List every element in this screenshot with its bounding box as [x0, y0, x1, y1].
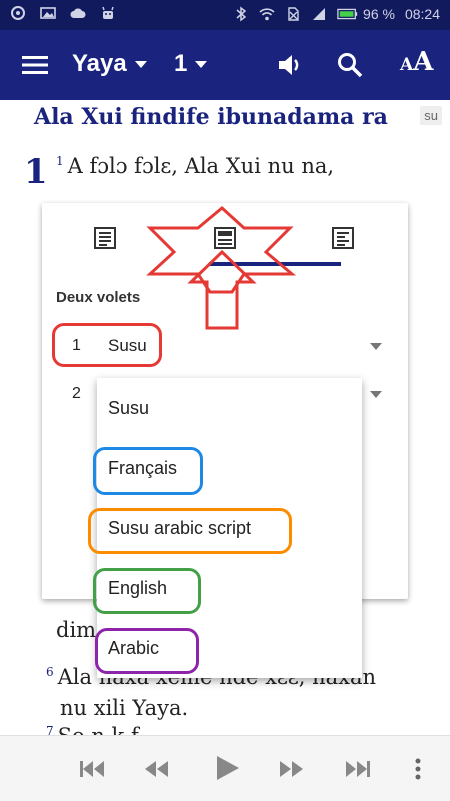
play-icon	[217, 756, 239, 780]
battery-icon	[337, 6, 358, 22]
star-arrow-annotation	[146, 206, 297, 330]
verse-number: 1	[56, 154, 64, 168]
section-title: Ala Xui findife ibunadama ra	[34, 104, 388, 130]
book-name: Yaya	[72, 50, 127, 77]
single-pane-icon	[94, 227, 116, 249]
audio-control-bar	[0, 735, 450, 801]
verse-6-continuation: nu xili Yaya.	[60, 696, 189, 720]
android-icon	[100, 5, 116, 21]
dropdown-option[interactable]: Arabic	[108, 638, 159, 659]
text-size-big-glyph: A	[413, 47, 434, 77]
cloud-icon	[70, 5, 86, 21]
chevron-down-icon	[134, 60, 147, 68]
text-size-small-glyph: A	[400, 55, 414, 75]
chapter-heading-number: 1	[24, 152, 48, 192]
app-bar: Yaya 1 AA	[0, 30, 450, 100]
wifi-icon	[259, 6, 275, 22]
speaker-icon	[279, 55, 299, 75]
pane-1-language-select[interactable]: Susu	[108, 336, 147, 356]
verse-number: 7	[46, 724, 54, 735]
chevron-down-icon[interactable]	[370, 391, 382, 398]
verse-text: So n k f	[58, 724, 139, 735]
chapter-number: 1	[174, 50, 188, 77]
search-icon	[338, 53, 363, 78]
rewind-icon	[145, 761, 168, 777]
fast-forward-button[interactable]	[278, 756, 306, 782]
layout-heading: Deux volets	[56, 289, 141, 306]
verse-by-verse-icon	[332, 227, 354, 249]
app-notification-icon	[10, 5, 26, 21]
single-pane-layout-button[interactable]	[94, 227, 116, 249]
bluetooth-icon	[233, 6, 249, 22]
verse-by-verse-layout-button[interactable]	[332, 227, 354, 249]
audio-button[interactable]	[276, 51, 304, 79]
skip-to-end-button[interactable]	[344, 756, 372, 782]
pane-1-index: 1	[72, 337, 81, 354]
dropdown-option[interactable]: Susu	[108, 398, 149, 419]
verse-1: 1A fɔlɔ fɔlɛ, Ala Xui nu na,	[56, 154, 334, 178]
text-size-button[interactable]: AA	[400, 47, 433, 77]
no-sim-icon	[285, 6, 301, 22]
verse-text: A fɔlɔ fɔlɛ, Ala Xui nu na,	[67, 154, 335, 178]
dropdown-option[interactable]: English	[108, 578, 167, 599]
pane-2-index: 2	[72, 385, 81, 402]
book-selector[interactable]: Yaya	[72, 50, 147, 78]
image-notification-icon	[40, 5, 56, 21]
skip-next-icon	[346, 761, 370, 777]
verse-7: 7 So n k f	[46, 724, 139, 735]
rewind-button[interactable]	[142, 756, 170, 782]
hamburger-menu-icon	[22, 56, 48, 74]
verse-number: 6	[46, 665, 54, 679]
dropdown-option[interactable]: Français	[108, 458, 177, 479]
fast-forward-icon	[280, 761, 303, 777]
language-dropdown: Susu Français Susu arabic script English…	[97, 378, 362, 678]
more-vert-icon	[415, 758, 421, 780]
battery-percent: 96 %	[363, 6, 395, 22]
language-tag[interactable]: su	[420, 106, 442, 125]
chapter-selector[interactable]: 1	[174, 50, 208, 78]
status-bar: 96 % 08:24	[0, 0, 450, 30]
chevron-down-icon	[195, 60, 208, 68]
signal-icon	[311, 6, 327, 22]
dropdown-option[interactable]: Susu arabic script	[108, 518, 251, 539]
partial-verse-line: dim	[56, 618, 97, 642]
chevron-down-icon[interactable]	[370, 343, 382, 350]
play-button[interactable]	[212, 753, 242, 783]
more-options-button[interactable]	[410, 756, 426, 782]
clock: 08:24	[404, 6, 440, 22]
skip-to-start-button[interactable]	[78, 756, 106, 782]
search-button[interactable]	[336, 51, 364, 79]
skip-previous-icon	[80, 761, 104, 777]
menu-button[interactable]	[22, 52, 48, 78]
